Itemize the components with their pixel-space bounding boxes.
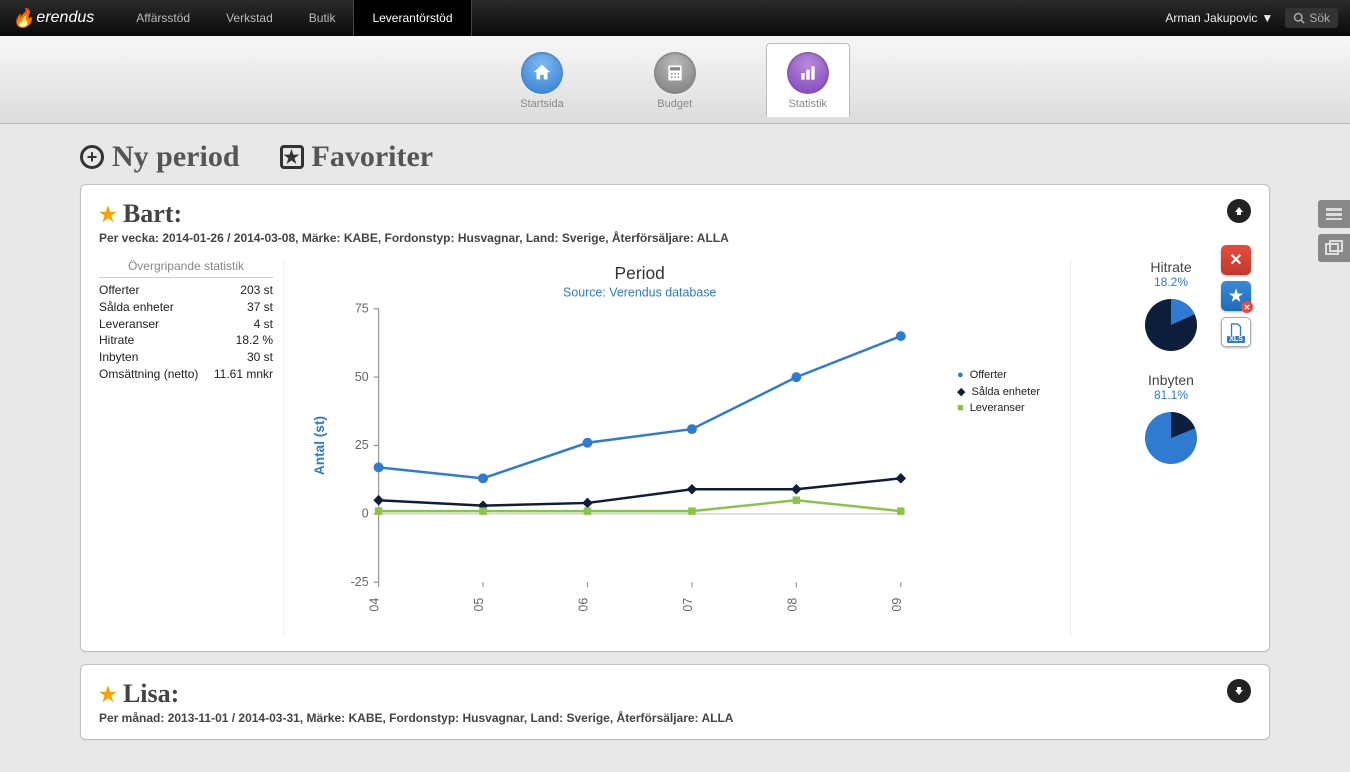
close-button[interactable]: ✕: [1221, 245, 1251, 275]
favorites-button[interactable]: ★ Favoriter: [280, 140, 434, 174]
favorite-star-icon: ★: [99, 682, 117, 707]
card-subtitle: Per vecka: 2014-01-26 / 2014-03-08, Märk…: [99, 231, 1227, 245]
pie-icon: [1141, 295, 1201, 355]
new-period-button[interactable]: + Ny period: [80, 140, 240, 174]
period-chart: Period Source: Verendus database -25 0 25 50 7…: [304, 259, 1071, 637]
stats-card-lisa: ★ Lisa: Per månad: 2013-11-01 / 2014-03-…: [80, 664, 1270, 740]
expand-button[interactable]: [1227, 679, 1251, 703]
list-icon: [1326, 208, 1342, 220]
overview-stats: Övergripande statistik Offerter203 st Så…: [99, 259, 284, 637]
svg-text:08: 08: [785, 598, 799, 612]
legend-item[interactable]: ●Offerter: [957, 369, 1040, 381]
svg-text:04: 04: [368, 598, 382, 612]
subnav-startsida[interactable]: Startsida: [500, 44, 583, 116]
topnav-leverantorstod[interactable]: Leverantörstöd: [353, 0, 471, 36]
arrow-up-icon: [1233, 205, 1245, 217]
stats-card-bart: ★ Bart: Per vecka: 2014-01-26 / 2014-03-…: [80, 184, 1270, 652]
search-box[interactable]: Sök: [1285, 8, 1338, 28]
top-nav: Affärsstöd Verkstad Butik Leverantörstöd: [118, 0, 471, 36]
card-title: Bart:: [123, 199, 182, 229]
pie-icon: [1141, 408, 1201, 468]
stats-title: Övergripande statistik: [99, 259, 273, 278]
sub-nav: Startsida Budget Statistik: [0, 36, 1350, 124]
stat-row: Leveranser4 st: [99, 316, 273, 333]
chevron-down-icon: ▼: [1261, 11, 1273, 25]
gauge-value: 81.1%: [1091, 388, 1251, 402]
close-icon: ✕: [1229, 250, 1242, 270]
bar-chart-icon: [787, 52, 829, 94]
action-bar: + Ny period ★ Favoriter: [80, 140, 1270, 174]
card-title: Lisa:: [123, 679, 179, 709]
action-label: Favoriter: [312, 140, 434, 174]
svg-text:75: 75: [355, 301, 369, 315]
calculator-icon: [654, 52, 696, 94]
windows-icon: [1325, 240, 1343, 256]
svg-text:Source: Verendus database: Source: Verendus database: [563, 285, 716, 299]
home-icon: [521, 52, 563, 94]
svg-text:09: 09: [890, 598, 904, 612]
svg-text:0: 0: [362, 507, 369, 521]
subnav-label: Budget: [657, 98, 692, 110]
subnav-statistik[interactable]: Statistik: [766, 43, 850, 117]
user-name: Arman Jakupovic: [1165, 11, 1257, 25]
collapse-button[interactable]: [1227, 199, 1251, 223]
xls-label: XLS: [1227, 336, 1245, 343]
subnav-budget[interactable]: Budget: [634, 44, 716, 116]
main-content: + Ny period ★ Favoriter ★ Bart: Per veck…: [0, 124, 1350, 772]
stat-row: Omsättning (netto)11.61 mnkr: [99, 366, 273, 383]
gauge-title: Inbyten: [1091, 372, 1251, 388]
arrow-down-icon: [1233, 685, 1245, 697]
topbar: 🔥 erendus Affärsstöd Verkstad Butik Leve…: [0, 0, 1350, 36]
line-chart-svg: Period Source: Verendus database -25 0 25 50 7…: [304, 259, 1050, 632]
side-widget-1[interactable]: [1318, 200, 1350, 228]
svg-text:07: 07: [681, 598, 695, 612]
logo[interactable]: 🔥 erendus: [12, 8, 94, 29]
search-placeholder: Sök: [1309, 11, 1330, 25]
search-icon: [1293, 12, 1305, 24]
action-label: Ny period: [112, 140, 240, 174]
topnav-butik[interactable]: Butik: [291, 0, 354, 36]
stat-row: Hitrate18.2 %: [99, 332, 273, 349]
gauge-inbyten: Inbyten 81.1%: [1091, 372, 1251, 471]
topnav-verkstad[interactable]: Verkstad: [208, 0, 291, 36]
svg-text:05: 05: [472, 598, 486, 612]
unfavorite-button[interactable]: ★ ✕: [1221, 281, 1251, 311]
chart-legend: ●Offerter ◆Sålda enheter ■Leveranser: [957, 369, 1040, 418]
subnav-label: Statistik: [788, 98, 827, 110]
subnav-label: Startsida: [520, 98, 563, 110]
svg-text:Antal (st): Antal (st): [312, 416, 327, 475]
svg-text:Period: Period: [615, 263, 665, 283]
side-widget-2[interactable]: [1318, 234, 1350, 262]
stat-row: Inbyten30 st: [99, 349, 273, 366]
star-box-icon: ★: [280, 145, 304, 169]
favorite-star-icon: ★: [99, 202, 117, 227]
side-widgets: [1318, 200, 1350, 262]
remove-badge-icon: ✕: [1241, 301, 1253, 313]
legend-item[interactable]: ■Leveranser: [957, 402, 1040, 414]
svg-text:-25: -25: [351, 575, 369, 589]
legend-item[interactable]: ◆Sålda enheter: [957, 385, 1040, 398]
svg-text:06: 06: [576, 598, 590, 612]
stat-row: Sålda enheter37 st: [99, 299, 273, 316]
app-name: erendus: [36, 9, 94, 27]
card-toolbox: ✕ ★ ✕ XLS: [1221, 245, 1251, 347]
export-xls-button[interactable]: XLS: [1221, 317, 1251, 347]
user-menu[interactable]: Arman Jakupovic ▼: [1165, 11, 1273, 25]
svg-text:25: 25: [355, 438, 369, 452]
card-subtitle: Per månad: 2013-11-01 / 2014-03-31, Märk…: [99, 711, 1227, 725]
flame-icon: 🔥: [12, 8, 34, 29]
topnav-affarsstod[interactable]: Affärsstöd: [118, 0, 208, 36]
stat-row: Offerter203 st: [99, 282, 273, 299]
svg-text:50: 50: [355, 370, 369, 384]
plus-icon: +: [80, 145, 104, 169]
